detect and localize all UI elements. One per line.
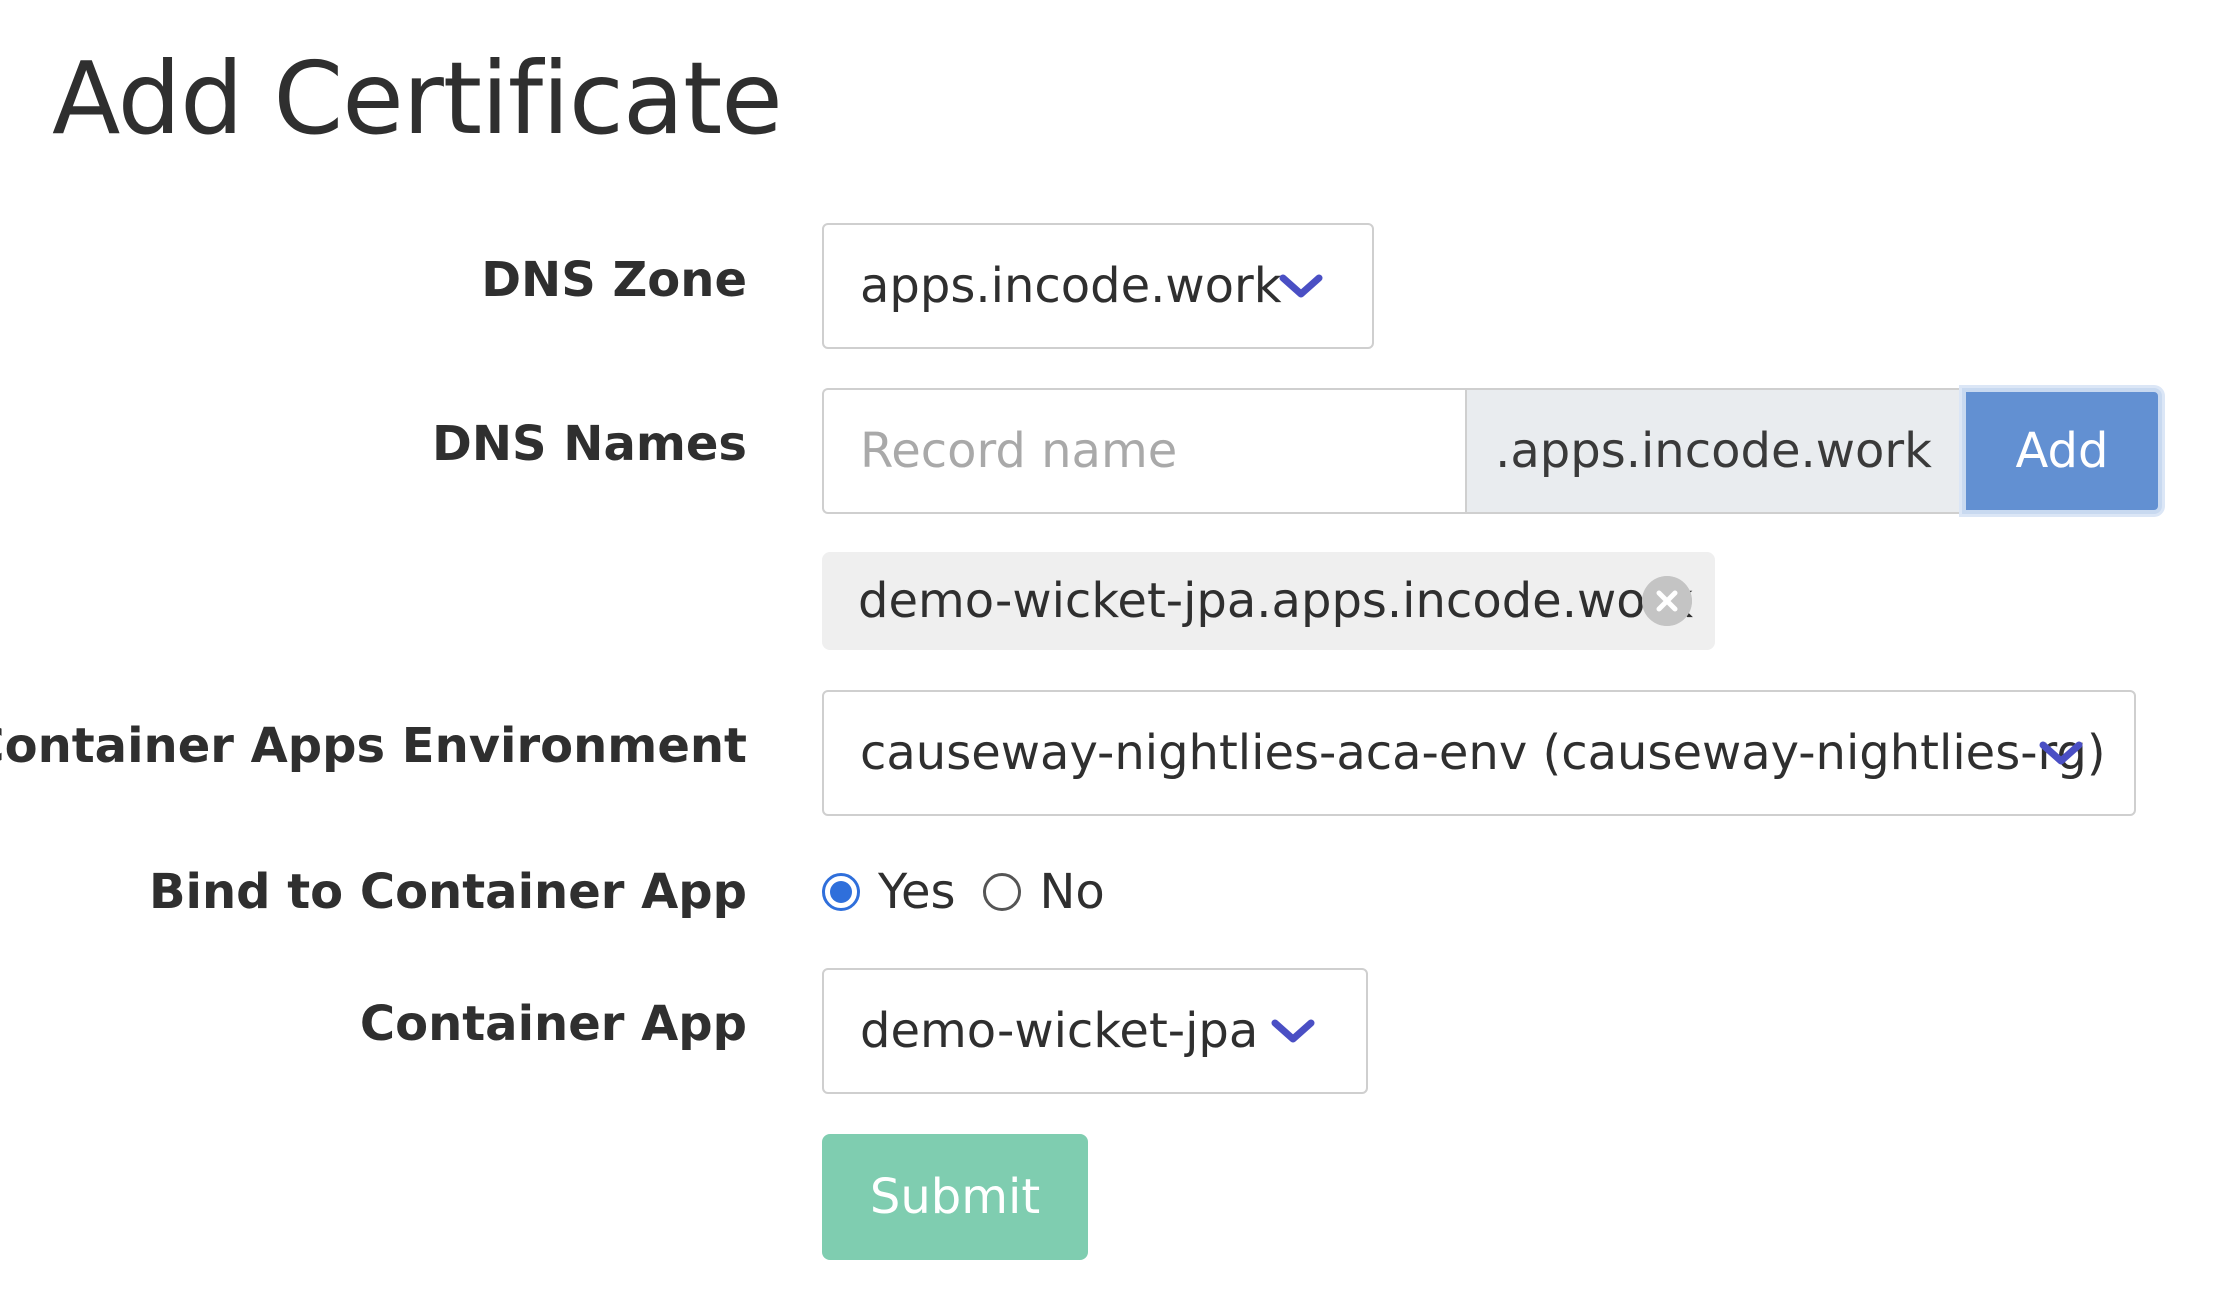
dns-name-chip: demo-wicket-jpa.apps.incode.work: [822, 552, 1715, 650]
add-dns-name-button[interactable]: Add: [1962, 388, 2162, 514]
container-apps-environment-label: Container Apps Environment: [0, 718, 747, 774]
dns-names-label: DNS Names: [432, 416, 747, 472]
dns-zone-suffix: .apps.incode.work: [1465, 388, 1962, 514]
submit-button[interactable]: Submit: [822, 1134, 1088, 1260]
page-title: Add Certificate: [52, 40, 783, 157]
dns-zone-value: apps.incode.work: [860, 258, 1282, 314]
chevron-down-icon: [2039, 741, 2083, 765]
dns-zone-select[interactable]: apps.incode.work: [822, 223, 1374, 349]
dns-names-input-group: .apps.incode.work Add: [822, 388, 2162, 514]
container-app-value: demo-wicket-jpa: [860, 1003, 1259, 1059]
chevron-down-icon: [1271, 1019, 1315, 1043]
bind-to-container-app-label: Bind to Container App: [148, 864, 747, 920]
container-apps-environment-select[interactable]: causeway-nightlies-aca-env (causeway-nig…: [822, 690, 2136, 816]
bind-to-container-app-radio-group: Yes No: [822, 862, 1133, 922]
record-name-input[interactable]: [822, 388, 1465, 514]
container-app-label: Container App: [359, 996, 747, 1052]
close-circle-icon[interactable]: [1642, 576, 1692, 626]
bind-yes-radio[interactable]: [822, 873, 860, 911]
bind-yes-label[interactable]: Yes: [878, 864, 955, 920]
bind-no-radio[interactable]: [983, 873, 1022, 911]
chevron-down-icon: [1279, 274, 1323, 298]
dns-name-chip-text: demo-wicket-jpa.apps.incode.work: [858, 573, 1694, 629]
container-apps-environment-value: causeway-nightlies-aca-env (causeway-nig…: [860, 725, 2106, 781]
dns-zone-label: DNS Zone: [481, 252, 747, 308]
container-app-select[interactable]: demo-wicket-jpa: [822, 968, 1368, 1094]
bind-no-label[interactable]: No: [1039, 864, 1104, 920]
